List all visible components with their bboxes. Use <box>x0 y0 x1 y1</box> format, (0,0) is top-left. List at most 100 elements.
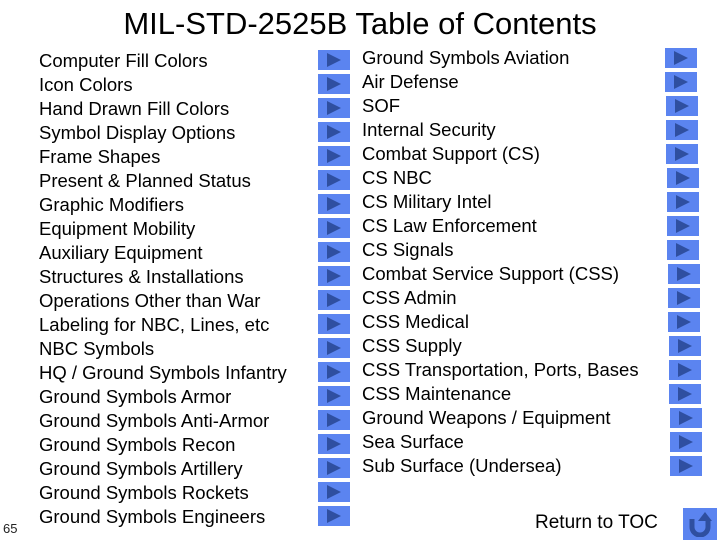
play-arrow-icon <box>675 99 689 113</box>
toc-list-left: Computer Fill Colors Icon Colors Hand Draw… <box>39 49 287 529</box>
play-arrow-icon <box>677 267 691 281</box>
toc-nav-button[interactable] <box>318 218 350 238</box>
toc-item[interactable]: CS NBC <box>362 166 639 190</box>
toc-item[interactable]: Ground Symbols Anti-Armor <box>39 409 287 433</box>
toc-nav-button[interactable] <box>318 458 350 478</box>
toc-nav-button[interactable] <box>669 336 701 356</box>
toc-item[interactable]: Ground Symbols Recon <box>39 433 287 457</box>
toc-nav-button[interactable] <box>666 96 698 116</box>
toc-item[interactable]: Combat Service Support (CSS) <box>362 262 639 286</box>
toc-nav-button[interactable] <box>318 362 350 382</box>
toc-nav-button[interactable] <box>668 288 700 308</box>
play-arrow-icon <box>327 125 341 139</box>
toc-item[interactable]: CS Military Intel <box>362 190 639 214</box>
toc-item[interactable]: Labeling for NBC, Lines, etc <box>39 313 287 337</box>
toc-item[interactable]: Structures & Installations <box>39 265 287 289</box>
toc-nav-button[interactable] <box>318 338 350 358</box>
toc-item[interactable]: Auxiliary Equipment <box>39 241 287 265</box>
toc-nav-button[interactable] <box>318 506 350 526</box>
toc-item[interactable]: Sea Surface <box>362 430 639 454</box>
toc-item[interactable]: Hand Drawn Fill Colors <box>39 97 287 121</box>
toc-item[interactable]: SOF <box>362 94 639 118</box>
toc-item[interactable]: Graphic Modifiers <box>39 193 287 217</box>
toc-nav-button[interactable] <box>667 192 699 212</box>
toc-nav-button[interactable] <box>318 74 350 94</box>
toc-nav-button[interactable] <box>318 482 350 502</box>
toc-nav-button[interactable] <box>667 168 699 188</box>
toc-item[interactable]: CS Law Enforcement <box>362 214 639 238</box>
toc-item[interactable]: Present & Planned Status <box>39 169 287 193</box>
play-arrow-icon <box>327 341 341 355</box>
play-arrow-icon <box>327 53 341 67</box>
toc-nav-button[interactable] <box>668 312 700 332</box>
play-arrow-icon <box>327 221 341 235</box>
toc-nav-button[interactable] <box>318 242 350 262</box>
toc-nav-button[interactable] <box>669 384 701 404</box>
toc-nav-button[interactable] <box>318 50 350 70</box>
toc-item[interactable]: Sub Surface (Undersea) <box>362 454 639 478</box>
toc-nav-button[interactable] <box>318 98 350 118</box>
toc-item[interactable]: NBC Symbols <box>39 337 287 361</box>
toc-nav-button[interactable] <box>318 290 350 310</box>
toc-nav-button[interactable] <box>318 266 350 286</box>
toc-nav-button[interactable] <box>318 314 350 334</box>
toc-nav-button[interactable] <box>665 48 697 68</box>
toc-nav-button[interactable] <box>318 122 350 142</box>
toc-nav-button[interactable] <box>318 386 350 406</box>
play-arrow-icon <box>327 149 341 163</box>
return-to-toc-button[interactable] <box>683 508 717 540</box>
page-number: 65 <box>3 521 18 536</box>
play-arrow-icon <box>677 315 691 329</box>
play-arrow-icon <box>676 195 690 209</box>
toc-item[interactable]: Internal Security <box>362 118 639 142</box>
toc-item[interactable]: Symbol Display Options <box>39 121 287 145</box>
toc-item[interactable]: Ground Symbols Armor <box>39 385 287 409</box>
toc-item[interactable]: Equipment Mobility <box>39 217 287 241</box>
toc-item[interactable]: Ground Symbols Rockets <box>39 481 287 505</box>
toc-nav-button[interactable] <box>667 216 699 236</box>
toc-item[interactable]: Air Defense <box>362 70 639 94</box>
play-arrow-icon <box>327 461 341 475</box>
toc-nav-button[interactable] <box>318 146 350 166</box>
toc-item[interactable]: CS Signals <box>362 238 639 262</box>
toc-item[interactable]: Ground Symbols Aviation <box>362 46 639 70</box>
toc-item[interactable]: Frame Shapes <box>39 145 287 169</box>
toc-nav-button[interactable] <box>667 240 699 260</box>
toc-item[interactable]: Combat Support (CS) <box>362 142 639 166</box>
play-arrow-icon <box>327 437 341 451</box>
toc-nav-button[interactable] <box>670 408 702 428</box>
toc-item[interactable]: CSS Maintenance <box>362 382 639 406</box>
toc-nav-button[interactable] <box>318 434 350 454</box>
toc-item[interactable]: HQ / Ground Symbols Infantry <box>39 361 287 385</box>
play-arrow-icon <box>676 243 690 257</box>
toc-nav-button[interactable] <box>318 410 350 430</box>
toc-item[interactable]: CSS Admin <box>362 286 639 310</box>
toc-nav-button[interactable] <box>670 456 702 476</box>
toc-item[interactable]: Computer Fill Colors <box>39 49 287 73</box>
play-arrow-icon <box>327 365 341 379</box>
page-title: MIL-STD-2525B Table of Contents <box>123 6 597 41</box>
toc-item[interactable]: CSS Transportation, Ports, Bases <box>362 358 639 382</box>
return-to-toc-label: Return to TOC <box>535 512 658 533</box>
toc-nav-button[interactable] <box>318 170 350 190</box>
toc-nav-button[interactable] <box>318 194 350 214</box>
play-arrow-icon <box>679 435 693 449</box>
toc-nav-button[interactable] <box>666 144 698 164</box>
toc-item[interactable]: Ground Weapons / Equipment <box>362 406 639 430</box>
toc-item[interactable]: Ground Symbols Engineers <box>39 505 287 529</box>
toc-nav-button[interactable] <box>665 72 697 92</box>
play-arrow-icon <box>675 147 689 161</box>
toc-item[interactable]: Operations Other than War <box>39 289 287 313</box>
toc-item[interactable]: CSS Supply <box>362 334 639 358</box>
toc-item[interactable]: Ground Symbols Artillery <box>39 457 287 481</box>
toc-nav-button[interactable] <box>666 120 698 140</box>
toc-nav-button[interactable] <box>670 432 702 452</box>
play-arrow-icon <box>327 197 341 211</box>
toc-list-right: Ground Symbols Aviation Air Defense SOF Int… <box>362 46 639 478</box>
play-arrow-icon <box>674 75 688 89</box>
toc-item[interactable]: CSS Medical <box>362 310 639 334</box>
toc-nav-button[interactable] <box>669 360 701 380</box>
play-arrow-icon <box>327 293 341 307</box>
toc-nav-button[interactable] <box>668 264 700 284</box>
toc-item[interactable]: Icon Colors <box>39 73 287 97</box>
